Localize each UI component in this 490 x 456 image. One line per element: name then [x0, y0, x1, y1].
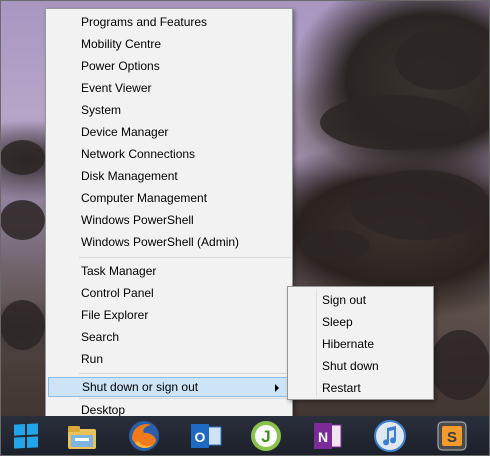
- submenu-item-shut-down[interactable]: Shut down: [290, 355, 430, 377]
- menu-item-task-manager[interactable]: Task Manager: [48, 261, 290, 281]
- power-user-menu: Programs and Features Mobility Centre Po…: [45, 8, 293, 424]
- jdownloader-icon: J: [251, 421, 281, 451]
- submenu-item-hibernate[interactable]: Hibernate: [290, 333, 430, 355]
- taskbar-file-explorer[interactable]: [60, 418, 104, 454]
- outlook-icon: O: [191, 424, 222, 448]
- menu-item-file-explorer[interactable]: File Explorer: [48, 305, 290, 325]
- menu-item-system[interactable]: System: [48, 100, 290, 120]
- taskbar-sublime-text[interactable]: S: [430, 418, 474, 454]
- outlook-letter: O: [195, 429, 206, 445]
- onenote-letter: N: [318, 429, 328, 445]
- menu-separator: [79, 373, 290, 374]
- menu-item-computer-management[interactable]: Computer Management: [48, 188, 290, 208]
- menu-item-power-options[interactable]: Power Options: [48, 56, 290, 76]
- menu-item-run[interactable]: Run: [48, 349, 290, 369]
- taskbar: O J N S: [0, 416, 490, 456]
- menu-separator: [79, 398, 290, 399]
- start-button[interactable]: [4, 418, 48, 454]
- menu-item-shut-down-sign-out[interactable]: Shut down or sign out: [48, 377, 290, 397]
- start-icon: [14, 423, 38, 449]
- onenote-icon: N: [314, 423, 342, 449]
- taskbar-firefox[interactable]: [122, 418, 166, 454]
- menu-item-disk-management[interactable]: Disk Management: [48, 166, 290, 186]
- submenu-arrow-icon: [275, 384, 279, 392]
- submenu-item-sign-out[interactable]: Sign out: [290, 289, 430, 311]
- submenu-item-sleep[interactable]: Sleep: [290, 311, 430, 333]
- taskbar-outlook[interactable]: O: [184, 418, 228, 454]
- taskbar-onenote[interactable]: N: [306, 418, 350, 454]
- sublime-text-icon: S: [437, 421, 467, 451]
- menu-item-programs-features[interactable]: Programs and Features: [48, 12, 290, 32]
- menu-item-control-panel[interactable]: Control Panel: [48, 283, 290, 303]
- submenu-item-restart[interactable]: Restart: [290, 377, 430, 399]
- menu-item-search[interactable]: Search: [48, 327, 290, 347]
- menu-item-network-connections[interactable]: Network Connections: [48, 144, 290, 164]
- menu-item-label: Shut down or sign out: [82, 380, 199, 394]
- menu-item-device-manager[interactable]: Device Manager: [48, 122, 290, 142]
- firefox-icon: [129, 421, 159, 451]
- itunes-icon: [374, 420, 406, 452]
- menu-separator: [79, 257, 290, 258]
- jdownloader-letter: J: [261, 427, 270, 446]
- file-explorer-icon: [68, 426, 96, 449]
- menu-item-event-viewer[interactable]: Event Viewer: [48, 78, 290, 98]
- menu-item-windows-powershell[interactable]: Windows PowerShell: [48, 210, 290, 230]
- taskbar-jdownloader[interactable]: J: [244, 418, 288, 454]
- shutdown-submenu: Sign out Sleep Hibernate Shut down Resta…: [287, 286, 434, 400]
- menu-item-mobility-centre[interactable]: Mobility Centre: [48, 34, 290, 54]
- taskbar-itunes[interactable]: [368, 418, 412, 454]
- sublime-letter: S: [447, 429, 457, 446]
- menu-item-windows-powershell-admin[interactable]: Windows PowerShell (Admin): [48, 232, 290, 252]
